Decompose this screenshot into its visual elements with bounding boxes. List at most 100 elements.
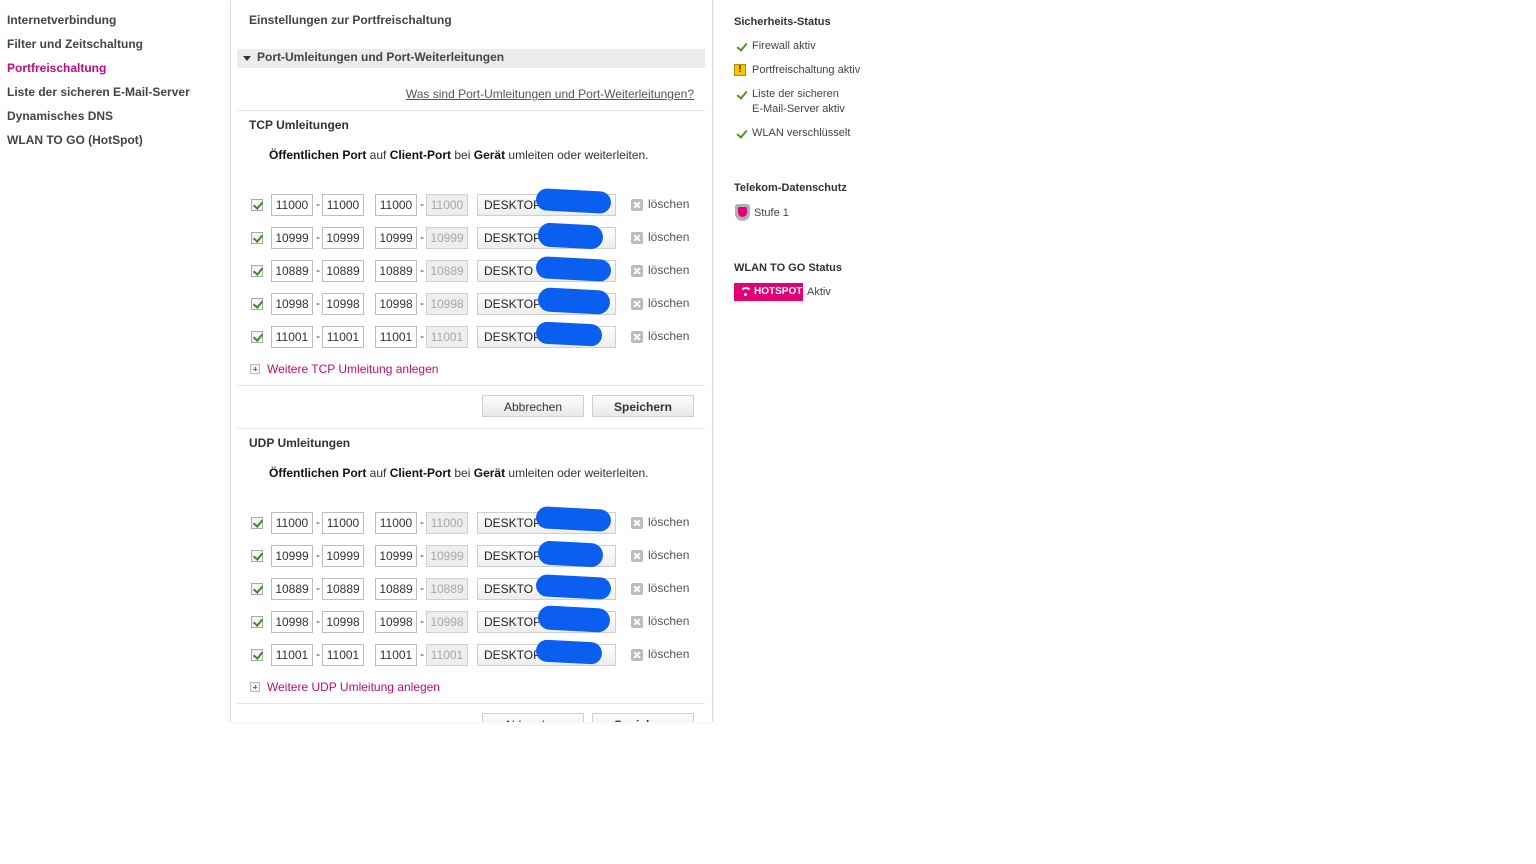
public-port-to[interactable] [322,545,364,567]
public-port-from[interactable] [271,293,313,315]
delete-icon[interactable] [631,199,643,211]
nav-item-filter[interactable]: Filter und Zeitschaltung [7,36,217,60]
udp-rule-row: --DESKTOPlöschen [250,540,710,568]
tcp-rule-row: --DESKTOPlöschen [250,188,710,216]
status-wlan: WLAN verschlüsselt [752,127,851,139]
plus-icon [250,682,260,692]
public-port-to[interactable] [322,512,364,534]
public-port-to[interactable] [322,260,364,282]
delete-link[interactable]: löschen [648,614,689,628]
status-email-server-list: Liste der sicheren E-Mail-Server aktiv [752,88,845,115]
nav-item-email-server-list[interactable]: Liste der sicheren E-Mail-Server [7,84,217,108]
public-port-from[interactable] [271,326,313,348]
udp-cancel-button[interactable]: Abbrechen [482,713,584,722]
client-port-from[interactable] [375,611,417,633]
nav-item-internetverbindung[interactable]: Internetverbindung [7,12,217,36]
range-dash: - [420,197,424,211]
add-udp-rule-link[interactable]: Weitere UDP Umleitung anlegen [250,680,440,694]
nav-item-wlan-to-go[interactable]: WLAN TO GO (HotSpot) [7,132,217,156]
public-port-to[interactable] [322,227,364,249]
delete-link[interactable]: löschen [648,515,689,529]
tcp-save-button[interactable]: Speichern [592,395,694,417]
client-port-from[interactable] [375,644,417,666]
check-icon [736,128,746,138]
delete-icon[interactable] [631,331,643,343]
public-port-from[interactable] [271,512,313,534]
range-dash: - [316,263,320,277]
enable-checkbox[interactable] [251,649,263,661]
public-port-to[interactable] [322,644,364,666]
hotspot-status: Aktiv [807,286,831,298]
nav-item-portfreischaltung[interactable]: Portfreischaltung [7,60,217,84]
client-port-from[interactable] [375,545,417,567]
delete-icon[interactable] [631,550,643,562]
range-dash: - [316,548,320,562]
enable-checkbox[interactable] [251,199,263,211]
udp-section-title: UDP Umleitungen [249,436,351,450]
delete-icon[interactable] [631,649,643,661]
delete-icon[interactable] [631,583,643,595]
enable-checkbox[interactable] [251,331,263,343]
public-port-to[interactable] [322,578,364,600]
delete-icon[interactable] [631,298,643,310]
public-port-from[interactable] [271,611,313,633]
help-link[interactable]: Was sind Port-Umleitungen und Port-Weite… [406,87,694,101]
client-port-from[interactable] [375,512,417,534]
client-port-from[interactable] [375,293,417,315]
enable-checkbox[interactable] [251,550,263,562]
client-port-from[interactable] [375,326,417,348]
divider [237,703,705,704]
delete-link[interactable]: löschen [648,197,689,211]
delete-link[interactable]: löschen [648,230,689,244]
delete-link[interactable]: löschen [648,263,689,277]
public-port-to[interactable] [322,611,364,633]
delete-icon[interactable] [631,232,643,244]
public-port-to[interactable] [322,326,364,348]
nav-item-dynamic-dns[interactable]: Dynamisches DNS [7,108,217,132]
delete-icon[interactable] [631,265,643,277]
client-port-from[interactable] [375,227,417,249]
delete-link[interactable]: löschen [648,581,689,595]
enable-checkbox[interactable] [251,298,263,310]
delete-link[interactable]: löschen [648,548,689,562]
section-toggle[interactable]: Port-Umleitungen und Port-Weiterleitunge… [237,49,705,68]
enable-checkbox[interactable] [251,583,263,595]
add-tcp-rule-link[interactable]: Weitere TCP Umleitung anlegen [250,362,438,376]
hotspot-badge: HOTSPOT [734,283,803,301]
enable-checkbox[interactable] [251,265,263,277]
range-dash: - [316,296,320,310]
client-port-from[interactable] [375,194,417,216]
delete-icon[interactable] [631,517,643,529]
client-port-to [426,644,468,666]
security-status-title: Sicherheits-Status [734,16,831,28]
range-dash: - [316,647,320,661]
public-port-from[interactable] [271,260,313,282]
range-dash: - [420,614,424,628]
delete-link[interactable]: löschen [648,296,689,310]
tcp-cancel-button[interactable]: Abbrechen [482,395,584,417]
client-port-to [426,512,468,534]
udp-rule-row: --DESKTOPlöschen [250,605,710,633]
range-dash: - [316,515,320,529]
public-port-from[interactable] [271,194,313,216]
client-port-from[interactable] [375,578,417,600]
delete-link[interactable]: löschen [648,329,689,343]
left-navigation: Internetverbindung Filter und Zeitschalt… [7,12,217,156]
udp-save-button[interactable]: Speichern [592,713,694,722]
tcp-rule-row: --DESKTOPlöschen [250,222,710,250]
public-port-to[interactable] [322,194,364,216]
public-port-to[interactable] [322,293,364,315]
public-port-from[interactable] [271,545,313,567]
delete-link[interactable]: löschen [648,647,689,661]
enable-checkbox[interactable] [251,616,263,628]
tcp-rule-row: --DESKTOPlöschen [250,287,710,315]
public-port-from[interactable] [271,578,313,600]
public-port-from[interactable] [271,227,313,249]
client-port-from[interactable] [375,260,417,282]
public-port-from[interactable] [271,644,313,666]
status-firewall: Firewall aktiv [752,40,816,52]
port-settings-panel: Einstellungen zur Portfreischaltung Port… [230,0,713,722]
delete-icon[interactable] [631,616,643,628]
enable-checkbox[interactable] [251,232,263,244]
enable-checkbox[interactable] [251,517,263,529]
